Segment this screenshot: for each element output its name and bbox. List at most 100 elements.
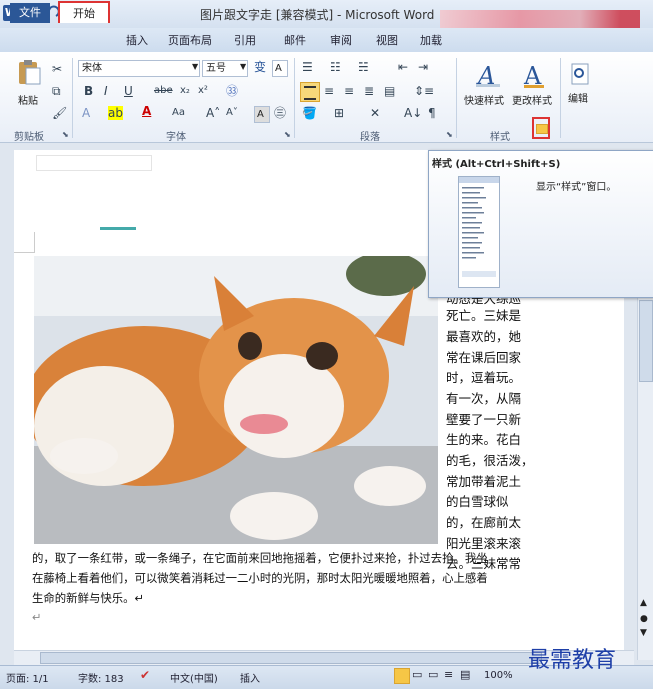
align-left-active-icon[interactable] [300, 82, 320, 102]
text-line: 常加带着泥土 [446, 474, 522, 489]
launcher-icon [536, 124, 548, 134]
tab-insert[interactable]: 插入 [118, 31, 156, 50]
tab-file[interactable]: 文件 [10, 3, 50, 23]
status-zoom[interactable]: 100% [484, 670, 513, 681]
shading-icon[interactable]: 🪣 [302, 106, 317, 120]
paste-label[interactable]: 粘贴 [18, 92, 38, 107]
status-word-count[interactable]: 字数: 183 [78, 670, 124, 685]
scroll-select-icon[interactable]: ● [640, 614, 648, 624]
separator [294, 58, 295, 138]
text-line: 生命的新鲜与快乐。↵ [32, 591, 145, 605]
text-line: 壁要了一只新 [446, 412, 522, 427]
text-line: 在藤椅上看着他们，可以微笑着消耗过一二小时的光阴，那时太阳光暖暖地照着，心上感着 [32, 571, 488, 585]
justify-icon[interactable]: ≣ [364, 84, 374, 98]
scroll-up-icon[interactable]: ▲ [640, 598, 647, 608]
tab-page-layout[interactable]: 页面布局 [160, 31, 220, 50]
sort-icon[interactable]: A↓ [404, 106, 422, 120]
status-language[interactable]: 中文(中国) [170, 670, 218, 685]
header-box [36, 155, 152, 171]
subscript-icon[interactable]: x₂ [180, 84, 190, 98]
outline-view-icon[interactable]: ≡ [444, 668, 453, 681]
styles-launcher-button[interactable] [532, 117, 550, 139]
draft-view-icon[interactable]: ▤ [460, 668, 470, 681]
bullets-icon[interactable]: ☰ [302, 60, 313, 74]
align-center-icon[interactable]: ≡ [324, 84, 334, 98]
find-icon[interactable] [568, 62, 592, 91]
change-case-icon[interactable]: 变 [254, 60, 266, 74]
phonetic-guide-icon[interactable]: ㊂ [274, 106, 286, 120]
font-color-icon[interactable]: A [142, 104, 151, 118]
proofing-icon[interactable]: ✔ [140, 668, 150, 682]
align-right-icon[interactable]: ≡ [344, 84, 354, 98]
font-launcher-icon[interactable]: ⬊ [284, 130, 291, 139]
cat-photo[interactable] [34, 256, 438, 544]
numbering-icon[interactable]: ☷ [330, 60, 341, 74]
scroll-down-icon[interactable]: ▼ [640, 628, 647, 638]
text-line: 的毛，很活泼， [446, 453, 534, 468]
grow-font-icon[interactable]: A˄ [206, 106, 220, 120]
watermark: 最需教育 [528, 648, 617, 673]
group-label-clipboard: 剪贴板 [14, 132, 44, 143]
separator [72, 58, 73, 138]
font-size-menu-icon[interactable]: Aa [172, 106, 185, 120]
tab-mailings[interactable]: 邮件 [276, 31, 314, 50]
tooltip-title: 样式 (Alt+Ctrl+Shift+S) [432, 159, 561, 170]
increase-indent-icon[interactable]: ⇥ [418, 60, 428, 74]
text-effects-icon[interactable]: A [82, 106, 90, 120]
paste-icon[interactable] [14, 58, 44, 91]
text-line: 有一次，从隔 [446, 391, 522, 406]
text-line: 最喜欢的，她 [446, 329, 522, 344]
reading-view-icon[interactable]: ▭ [412, 668, 422, 681]
clipboard-launcher-icon[interactable]: ⬊ [62, 130, 69, 139]
highlight-icon[interactable]: ab [108, 106, 123, 120]
margin-marker [14, 232, 35, 253]
superscript-icon[interactable]: x² [198, 84, 208, 98]
change-styles-icon[interactable]: A [520, 60, 550, 93]
quick-styles-label[interactable]: 快速样式 [464, 92, 504, 107]
multilevel-list-icon[interactable]: ☵ [358, 60, 369, 74]
font-name-select[interactable]: 宋体 [78, 60, 200, 77]
decorative-mark [100, 227, 136, 230]
tab-home[interactable]: 开始 [58, 1, 110, 23]
clear-format-icon[interactable]: ㉝ [226, 84, 238, 98]
tab-view[interactable]: 视图 [368, 31, 406, 50]
print-layout-view-icon[interactable] [394, 668, 410, 684]
character-border-icon[interactable]: A [272, 60, 288, 77]
text-line: 的白雪球似 [446, 494, 509, 509]
cut-icon[interactable]: ✂ [52, 62, 62, 76]
chevron-down-icon[interactable]: ▼ [192, 62, 198, 71]
quick-styles-icon[interactable]: A [474, 60, 504, 93]
edit-label[interactable]: 编辑 [568, 90, 588, 105]
shrink-font-icon[interactable]: A˅ [226, 106, 238, 120]
show-marks-icon[interactable]: ¶ [428, 106, 436, 120]
tab-references[interactable]: 引用 [226, 31, 264, 50]
text-line: 的，取了一条红带，或一条绳子，在它面前来回地拖摇着，它便扑过来抢，扑过去抢。我坐 [32, 551, 488, 565]
decrease-indent-icon[interactable]: ⇤ [398, 60, 408, 74]
chevron-down-icon[interactable]: ▼ [240, 62, 246, 71]
line-spacing-icon[interactable]: ⇕≡ [414, 84, 434, 98]
paragraph-launcher-icon[interactable]: ⬊ [446, 130, 453, 139]
tab-review[interactable]: 审阅 [322, 31, 360, 50]
format-painter-icon[interactable]: 🖌 [52, 106, 67, 120]
scrollbar-thumb[interactable] [639, 300, 653, 382]
separator [560, 58, 561, 138]
borders-icon[interactable]: ⊞ [334, 106, 344, 120]
italic-icon[interactable]: I [104, 84, 108, 98]
status-insert-mode[interactable]: 插入 [240, 670, 260, 685]
web-view-icon[interactable]: ▭ [428, 668, 438, 681]
horizontal-scrollbar-thumb[interactable] [40, 652, 542, 664]
distributed-icon[interactable]: ▤ [384, 84, 395, 98]
copy-icon[interactable]: ⧉ [52, 84, 61, 98]
paragraph-mark: ↵ [32, 610, 42, 624]
character-shading-icon[interactable]: A [254, 106, 270, 123]
underline-icon[interactable]: U [124, 84, 133, 98]
tab-addins[interactable]: 加载 [412, 31, 450, 50]
strikethrough-icon[interactable]: abe [154, 84, 173, 98]
status-page[interactable]: 页面: 1/1 [6, 670, 49, 685]
group-label-font: 字体 [166, 132, 186, 143]
group-label-styles: 样式 [490, 132, 510, 143]
bold-icon[interactable]: B [84, 84, 93, 98]
chinese-layout-icon[interactable]: ✕ [370, 106, 380, 120]
separator [456, 58, 457, 138]
change-styles-label[interactable]: 更改样式 [512, 92, 552, 107]
